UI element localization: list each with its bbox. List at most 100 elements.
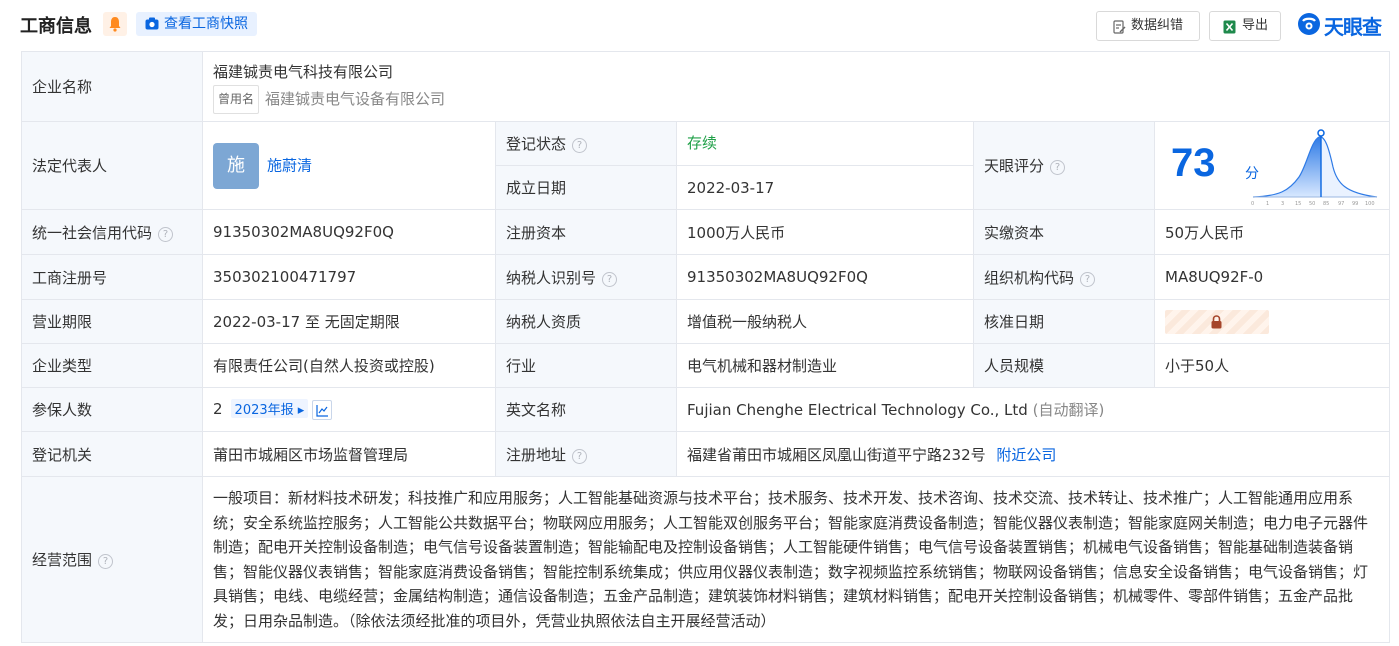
reg-status-cell: 存续: [676, 121, 974, 166]
edit-icon: [1113, 20, 1126, 34]
help-icon[interactable]: ?: [572, 448, 588, 464]
score-tick: 100: [1365, 201, 1375, 207]
reg-address-label: 注册地址: [506, 445, 567, 464]
used-name-row: 曾用名 福建铖责电气设备有限公司: [213, 84, 1379, 114]
insured-label: 参保人数: [21, 387, 203, 432]
english-name-value: Fujian Chenghe Electrical Technology Co.…: [687, 401, 1028, 419]
score-tick: 99: [1352, 201, 1358, 207]
english-name-cell: Fujian Chenghe Electrical Technology Co.…: [675, 387, 1391, 432]
table-row: 统一社会信用代码? 91350302MA8UQ92F0Q 注册资本 1000万人…: [21, 209, 1391, 255]
paid-capital-value: 50万人民币: [1153, 209, 1391, 255]
help-icon[interactable]: ?: [572, 138, 588, 153]
score-distribution-chart: 0 1 3 15 50 85 97 99 100: [1251, 128, 1378, 207]
insured-cell: 2 2023年报 ▸: [202, 387, 496, 432]
business-scope-value: 一般项目：新材料技术研发；科技推广和应用服务；人工智能基础资源与技术平台；技术服…: [201, 476, 1391, 643]
org-code-value: MA8UQ92F-0: [1153, 254, 1391, 300]
table-row: 企业类型 有限责任公司(自然人投资或控股) 行业 电气机械和器材制造业 人员规模…: [21, 343, 1391, 388]
lock-icon: [1211, 314, 1222, 328]
company-name-cell: 福建铖责电气科技有限公司 曾用名 福建铖责电气设备有限公司: [201, 51, 1391, 122]
view-snapshot-button[interactable]: 查看工商快照: [136, 12, 257, 36]
tianyan-score-label: 天眼评分: [984, 157, 1045, 175]
auto-translate-note: (自动翻译): [1032, 401, 1105, 419]
score-tick: 0: [1251, 201, 1254, 207]
business-scope-label: 经营范围: [32, 551, 93, 569]
approval-date-cell: [1153, 299, 1391, 344]
logo-text: 天眼查: [1324, 15, 1382, 39]
help-icon[interactable]: ?: [1080, 271, 1096, 287]
score-tick: 50: [1309, 201, 1315, 207]
table-row: 经营范围? 一般项目：新材料技术研发；科技推广和应用服务；人工智能基础资源与技术…: [21, 476, 1391, 643]
business-term-value: 2022-03-17 至 无固定期限: [202, 299, 496, 344]
credit-code-value: 91350302MA8UQ92F0Q: [202, 209, 496, 255]
annual-report-badge[interactable]: 2023年报 ▸: [230, 399, 309, 419]
export-label: 导出: [1242, 18, 1269, 33]
table-row: 参保人数 2 2023年报 ▸ 英文名称 Fujian Chenghe Elect…: [21, 387, 1391, 432]
excel-icon: [1223, 20, 1236, 34]
table-row: 企业名称 福建铖责电气科技有限公司 曾用名 福建铖责电气设备有限公司: [21, 51, 1391, 122]
used-name-tag: 曾用名: [213, 84, 260, 114]
taxpayer-id-label-cell: 纳税人识别号?: [495, 254, 677, 300]
data-correction-label: 数据纠错: [1131, 18, 1184, 33]
industry-value: 电气机械和器材制造业: [676, 343, 974, 388]
help-icon[interactable]: ?: [1050, 160, 1066, 175]
reg-address-label-cell: 注册地址?: [495, 431, 677, 477]
taxpayer-id-label: 纳税人识别号: [506, 268, 597, 287]
score-value: 73: [1171, 140, 1216, 185]
company-type-value: 有限责任公司(自然人投资或控股): [202, 343, 496, 388]
table-row: 法定代表人 施施蔚清 登记状态? 存续 天眼评分? 73 分 0 1 3 15 …: [21, 121, 1391, 210]
reg-capital-value: 1000万人民币: [676, 209, 974, 255]
help-icon[interactable]: ?: [602, 271, 618, 287]
score-widget: 73 分 0 1 3 15 50 85 97 99 100: [1161, 123, 1383, 209]
established-label: 成立日期: [495, 165, 677, 210]
industry-label: 行业: [495, 343, 677, 388]
reg-status-label-cell: 登记状态?: [495, 121, 677, 166]
tianyan-score-cell[interactable]: 73 分 0 1 3 15 50 85 97 99 100: [1153, 121, 1391, 210]
score-tick: 85: [1323, 201, 1329, 207]
used-name-value: 福建铖责电气设备有限公司: [265, 89, 446, 108]
section-header: 工商信息 查看工商快照 数据纠错 导出 天眼查: [0, 0, 1399, 48]
tianyancha-logo: 天眼查: [1297, 10, 1393, 39]
score-tick: 1: [1266, 201, 1269, 207]
legal-rep-link[interactable]: 施蔚清: [267, 156, 312, 174]
credit-code-label-cell: 统一社会信用代码?: [21, 209, 203, 255]
reg-status-value: 存续: [687, 134, 718, 152]
logo-icon: [1298, 13, 1320, 35]
established-value: 2022-03-17: [676, 165, 974, 210]
score-tick: 15: [1295, 201, 1301, 207]
business-scope-label-cell: 经营范围?: [21, 476, 203, 643]
company-name-label: 企业名称: [21, 51, 203, 122]
approval-date-label: 核准日期: [973, 299, 1155, 344]
reg-authority-value: 莆田市城厢区市场监督管理局: [202, 431, 496, 477]
org-code-label-cell: 组织机构代码?: [973, 254, 1155, 300]
table-row: 工商注册号 350302100471797 纳税人识别号? 91350302MA…: [21, 254, 1391, 300]
credit-code-label: 统一社会信用代码: [32, 223, 153, 242]
legal-rep-label: 法定代表人: [21, 121, 203, 210]
reg-address-value: 福建省莆田市城厢区凤凰山街道平宁路232号: [687, 445, 986, 464]
nearby-companies-link[interactable]: 附近公司: [996, 446, 1056, 464]
reg-status-label: 登记状态: [506, 135, 567, 153]
reg-address-cell: 福建省莆田市城厢区凤凰山街道平宁路232号 附近公司: [675, 431, 1391, 477]
insured-value: 2: [213, 400, 223, 419]
company-name-value: 福建铖责电气科技有限公司: [213, 62, 394, 81]
english-name-label: 英文名称: [495, 387, 677, 432]
locked-value[interactable]: [1165, 309, 1269, 334]
data-correction-button[interactable]: 数据纠错: [1096, 11, 1200, 41]
trend-chart-icon[interactable]: [312, 399, 333, 420]
bell-icon[interactable]: [103, 12, 127, 36]
table-row: 登记机关 莆田市城厢区市场监督管理局 注册地址? 福建省莆田市城厢区凤凰山街道平…: [21, 431, 1391, 477]
taxpayer-qual-label: 纳税人资质: [495, 299, 677, 344]
paid-capital-label: 实缴资本: [973, 209, 1155, 255]
taxpayer-id-value: 91350302MA8UQ92F0Q: [676, 254, 974, 300]
annual-report-label: 2023年报: [234, 403, 294, 419]
taxpayer-qual-value: 增值税一般纳税人: [676, 299, 974, 344]
help-icon[interactable]: ?: [158, 226, 174, 242]
export-button[interactable]: 导出: [1209, 11, 1281, 41]
score-tick: 3: [1281, 201, 1284, 207]
camera-icon: [145, 17, 159, 30]
tianyan-score-label-cell: 天眼评分?: [973, 121, 1155, 210]
section-title: 工商信息: [20, 16, 92, 37]
help-icon[interactable]: ?: [98, 554, 114, 569]
reg-no-value: 350302100471797: [202, 254, 496, 300]
business-info-table: 企业名称 福建铖责电气科技有限公司 曾用名 福建铖责电气设备有限公司 法定代表人 …: [21, 51, 1391, 643]
staff-size-label: 人员规模: [973, 343, 1155, 388]
